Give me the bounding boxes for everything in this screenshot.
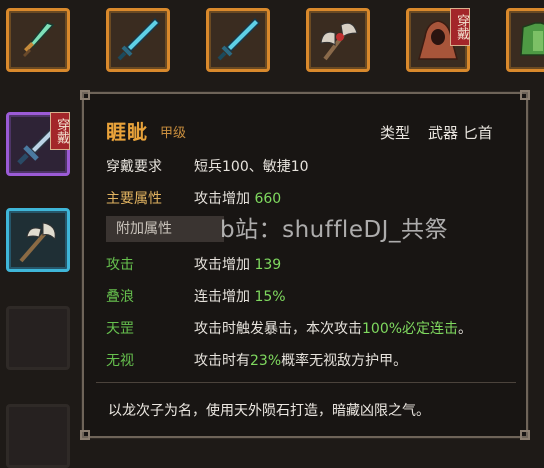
watermark: b站：shuffleDJ_共祭 xyxy=(220,217,448,243)
bonus-prefix: 攻击增加 xyxy=(194,257,250,273)
bonus-value: 攻击时有23%概率无视敌方护甲。 xyxy=(194,350,407,370)
bonus-suffix: 。 xyxy=(458,321,473,337)
bonus-value: 攻击增加 139 xyxy=(194,254,281,274)
bonus-label: 攻击 xyxy=(106,257,134,273)
cyan-sword-icon xyxy=(217,17,261,61)
bonus-prefix: 攻击时触发暴击，本次攻击 xyxy=(194,321,362,337)
inventory-slot-steel-dagger[interactable]: 穿戴 xyxy=(6,112,70,176)
bonus-value: 攻击时触发暴击，本次攻击100%必定连击。 xyxy=(194,318,472,338)
item-type-value: 武器 匕首 xyxy=(428,124,493,142)
cyan-sword-icon xyxy=(117,17,161,61)
item-type-label: 类型 xyxy=(380,124,411,142)
bonus-label: 叠浪 xyxy=(106,289,134,305)
bonus-prefix: 攻击时有 xyxy=(194,353,250,369)
inventory-slot-green-armor[interactable] xyxy=(506,8,544,72)
bonus-attributes-header: 附加属性 xyxy=(106,216,224,242)
inventory-slot-empty[interactable] xyxy=(6,306,70,370)
item-description: 以龙次子为名，使用天外陨石打造，暗藏凶限之气。 xyxy=(108,403,430,419)
main-attribute-label: 主要属性 xyxy=(106,191,162,207)
main-attribute-value: 攻击增加 660 xyxy=(194,188,281,208)
bonus-number: 23% xyxy=(250,353,282,369)
inventory-slot-empty[interactable] xyxy=(6,404,70,468)
tooltip-corner xyxy=(80,90,90,100)
bonus-prefix: 连击增加 xyxy=(194,289,250,305)
tooltip-corner xyxy=(520,90,530,100)
tooltip-corner xyxy=(520,430,530,440)
inventory-slot-hooded-cloak[interactable]: 穿戴 xyxy=(406,8,470,72)
item-name: 睚眦 xyxy=(106,120,148,144)
bonus-number: 100%必定连击 xyxy=(362,321,459,337)
main-attribute-number: 660 xyxy=(254,191,282,207)
inventory-slot-battle-axe[interactable] xyxy=(306,8,370,72)
bonus-label: 无视 xyxy=(106,353,134,369)
bonus-label: 天罡 xyxy=(106,321,134,337)
tooltip-corner xyxy=(80,430,90,440)
jade-dagger-icon xyxy=(23,22,55,57)
inventory-slot-jade-dagger[interactable] xyxy=(6,8,70,72)
battle-axe-icon xyxy=(320,22,358,61)
bonus-number: 15% xyxy=(254,289,286,305)
requirement-value: 短兵100、敏捷10 xyxy=(194,159,309,175)
inventory-slot-halberd[interactable] xyxy=(6,208,70,272)
equipped-badge: 穿戴 xyxy=(50,112,70,150)
main-attribute-prefix: 攻击增加 xyxy=(194,191,250,207)
halberd-icon xyxy=(19,222,56,263)
green-armor-icon xyxy=(520,22,544,56)
item-grade: 甲级 xyxy=(160,126,187,141)
item-tooltip: 睚眦 甲级 类型 武器 匕首 穿戴要求 短兵100、敏捷10 主要属性 攻击增加… xyxy=(80,90,530,440)
bonus-value: 连击增加 15% xyxy=(194,286,286,306)
inventory-slot-cyan-sword-1[interactable] xyxy=(106,8,170,72)
requirement-label: 穿戴要求 xyxy=(106,159,162,175)
inventory-slot-cyan-sword-2[interactable] xyxy=(206,8,270,72)
bonus-suffix: 概率无视敌方护甲。 xyxy=(281,353,408,369)
equipped-badge: 穿戴 xyxy=(450,8,470,46)
bonus-number: 139 xyxy=(254,257,282,273)
tooltip-divider xyxy=(96,382,516,383)
